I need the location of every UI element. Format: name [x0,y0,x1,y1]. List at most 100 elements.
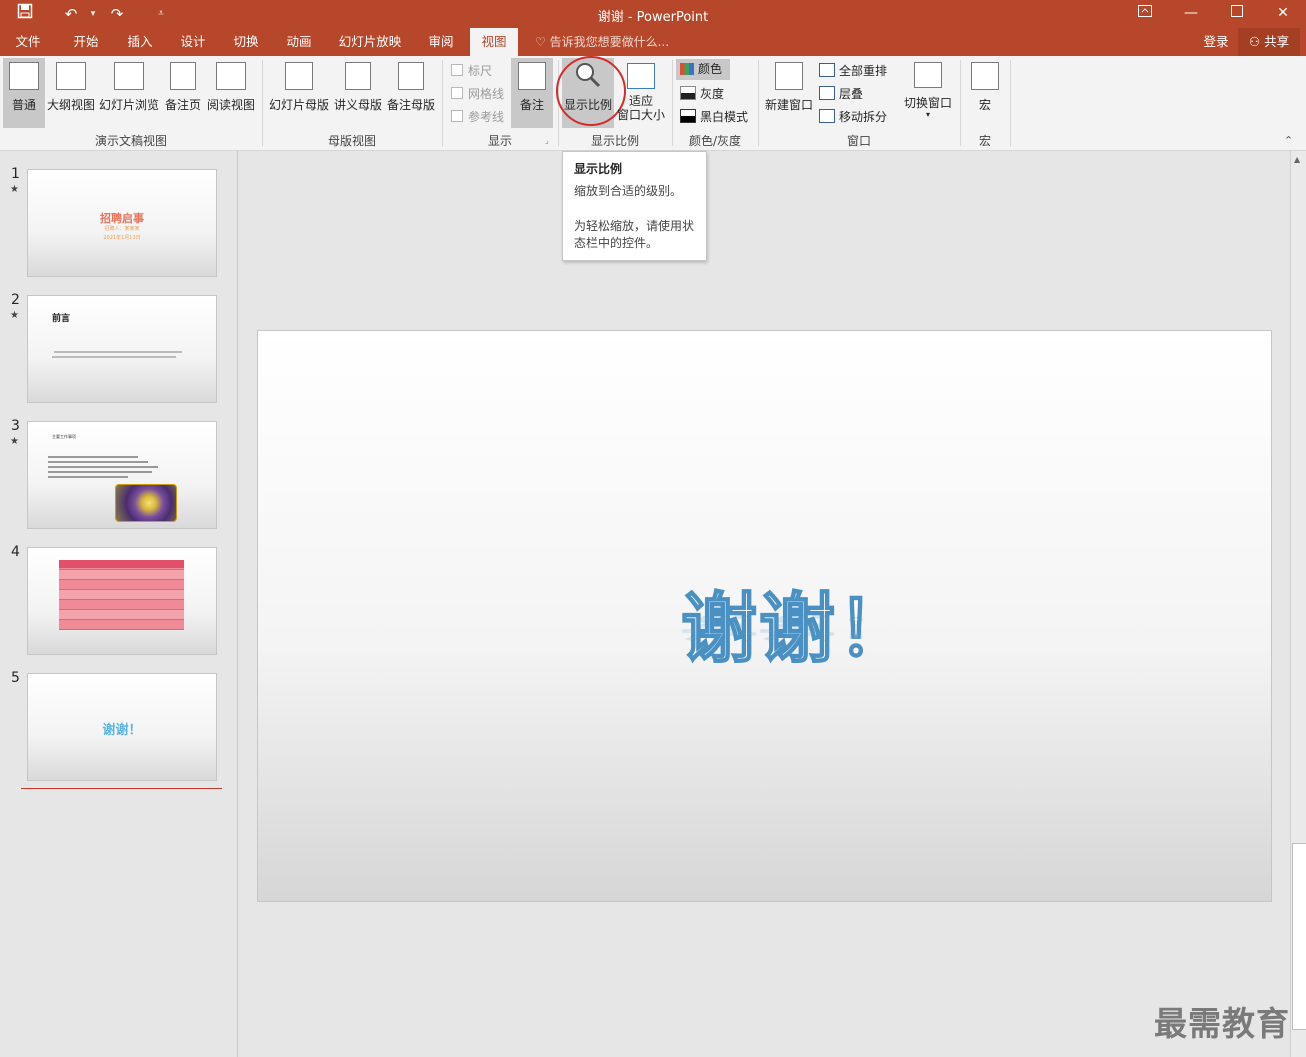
tooltip-title: 显示比例 [574,162,623,176]
tab-home[interactable]: 开始 [64,28,108,56]
scrollbar-thumb[interactable] [1292,843,1306,1030]
grayscale-label: 灰度 [700,87,725,101]
thumb-subtitle: 招聘人：某某某 [104,226,140,232]
maximize-icon[interactable] [1214,0,1260,28]
slide-thumbnail-5[interactable]: 谢谢！ [27,673,217,781]
group-label-presentation-views: 演示文稿视图 [94,134,167,148]
vertical-scrollbar[interactable]: ▲ [1290,151,1306,1057]
tell-me-text: 告诉我您想要做什么... [549,35,670,49]
slide-thumbnail-1[interactable]: 招聘启事 招聘人：某某某 2021年1月13日 [27,169,217,277]
reading-view-icon [216,62,246,90]
new-window-label: 新建窗口 [764,98,813,112]
ribbon-display-options-icon[interactable] [1122,0,1168,28]
ribbon-view: 普通 大纲视图 幻灯片浏览 备注页 阅读视图 演示文稿视图 幻灯片母版 讲义母版… [0,56,1306,151]
group-label-zoom: 显示比例 [590,134,639,148]
normal-view-label: 普通 [11,98,36,112]
grayscale-button[interactable]: 灰度 [680,85,724,102]
notes-master-label: 备注母版 [386,98,435,112]
outline-view-label: 大纲视图 [46,98,95,112]
thumb-flower-image [115,484,177,522]
thumb-table [59,560,184,630]
thumb-title: 前言 [52,314,71,324]
thumb-text-line [48,476,128,478]
gridlines-label: 网格线 [468,87,505,101]
arrange-all-icon [819,63,835,77]
tab-view[interactable]: 视图 [470,28,518,56]
tooltip-line: 态栏中的控件。 [574,236,659,250]
tab-slideshow[interactable]: 幻灯片放映 [334,28,406,56]
thumb-text-line [54,351,182,353]
animation-star-icon: ★ [10,436,19,447]
ruler-label: 标尺 [468,64,493,78]
tab-file[interactable]: 文件 [6,28,50,56]
thumb-table-header [59,560,184,568]
tab-animations[interactable]: 动画 [277,28,321,56]
zoom-tooltip: 显示比例 缩放到合适的级别。 为轻松缩放，请使用状 态栏中的控件。 [562,151,707,261]
move-split-button[interactable]: 移动拆分 [819,108,887,125]
slide-thumbnail-3[interactable]: 主要工作事项 [27,421,217,529]
slide-thumbnail-pane: 1 ★ 招聘启事 招聘人：某某某 2021年1月13日 2 ★ 前言 3 ★ 主… [0,151,238,1057]
handout-master-button[interactable]: 讲义母版 [332,58,384,128]
tell-me-box[interactable]: ♡ 告诉我您想要做什么... [535,28,669,56]
cascade-button[interactable]: 层叠 [819,85,863,102]
color-swatch-icon [680,63,694,75]
insertion-marker [21,788,222,789]
gridlines-checkbox[interactable]: 网格线 [451,85,504,102]
handout-master-icon [345,62,371,90]
guides-label: 参考线 [468,110,505,124]
slide-sorter-icon [114,62,144,90]
window-title: 谢谢 - PowerPoint [597,10,709,25]
dialog-launcher-icon[interactable]: ⌟ [545,136,549,145]
minimize-icon[interactable]: — [1168,0,1214,28]
slide-master-button[interactable]: 幻灯片母版 [267,58,331,128]
new-window-button[interactable]: 新建窗口 [763,58,815,128]
reading-view-button[interactable]: 阅读视图 [206,58,256,128]
normal-view-button[interactable]: 普通 [3,58,45,128]
collapse-ribbon-icon[interactable]: ⌃ [1284,134,1293,147]
slide-number: 3 [11,418,20,434]
handout-master-label: 讲义母版 [333,98,382,112]
arrange-all-button[interactable]: 全部重排 [819,62,887,79]
share-button[interactable]: ⚇ 共享 [1238,28,1300,56]
cascade-icon [819,86,835,100]
notes-button[interactable]: 备注 [511,58,553,128]
slide-thumbnail-4[interactable] [27,547,217,655]
tooltip-line: 缩放到合适的级别。 [574,184,683,198]
thumb-date: 2021年1月13日 [103,235,141,241]
thumb-title: 招聘启事 [100,212,144,225]
lightbulb-icon: ♡ [535,35,546,49]
move-split-icon [819,109,835,123]
thumb-title: 主要工作事项 [52,434,76,439]
switch-window-button[interactable]: 切换窗口 ▾ [902,58,954,128]
switch-window-icon [914,62,942,88]
color-button[interactable]: 颜色 [676,59,730,80]
slide-sorter-label: 幻灯片浏览 [98,98,159,112]
black-white-button[interactable]: 黑白模式 [680,108,748,125]
chevron-down-icon: ▾ [925,110,930,119]
scroll-up-icon[interactable]: ▲ [1294,155,1300,164]
grayscale-icon [680,86,696,100]
tab-insert[interactable]: 插入 [118,28,162,56]
black-white-icon [680,109,696,123]
close-icon[interactable]: ✕ [1260,0,1306,28]
outline-view-button[interactable]: 大纲视图 [46,58,96,128]
fit-to-window-button[interactable]: 适应 窗口大小 [615,58,667,128]
ruler-checkbox[interactable]: 标尺 [451,62,492,79]
notes-page-button[interactable]: 备注页 [162,58,204,128]
tab-design[interactable]: 设计 [171,28,215,56]
slide-number: 2 [11,292,20,308]
guides-checkbox[interactable]: 参考线 [451,108,504,125]
thumb-text-line [48,471,152,473]
tab-transitions[interactable]: 切换 [224,28,268,56]
login-link[interactable]: 登录 [1196,28,1236,56]
color-label: 颜色 [698,62,723,76]
slide-thumbnail-2[interactable]: 前言 [27,295,217,403]
slide-sorter-button[interactable]: 幻灯片浏览 [98,58,160,128]
slide-editor-canvas[interactable]: 谢谢！ 谢谢！ [257,330,1272,902]
notes-page-icon [170,62,196,90]
notes-master-button[interactable]: 备注母版 [385,58,437,128]
new-window-icon [775,62,803,90]
macros-button[interactable]: 宏 [965,58,1005,128]
tab-review[interactable]: 审阅 [419,28,463,56]
animation-star-icon: ★ [10,184,19,195]
